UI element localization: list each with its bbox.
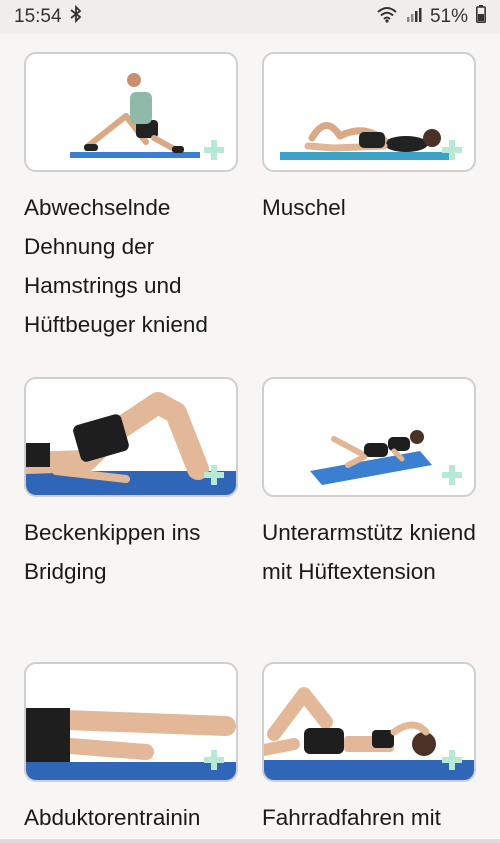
signal-icon <box>406 6 422 28</box>
exercise-title: Muschel <box>262 195 346 220</box>
exercise-title: Abduktorentrainin <box>24 805 201 830</box>
exercise-thumbnail[interactable] <box>262 377 476 497</box>
exercise-thumbnail[interactable] <box>24 52 238 172</box>
exercise-card[interactable]: Beckenkippen ins Bridging <box>24 377 238 591</box>
battery-label: 51% <box>429 6 468 27</box>
plus-icon <box>442 140 462 160</box>
exercise-card[interactable]: Unterarmstütz kniend mit Hüftextension <box>262 377 476 591</box>
exercise-card[interactable]: Abduktorentrainin <box>24 662 238 837</box>
exercise-grid: Abwechselnde Dehnung der Hamstrings und … <box>0 34 500 843</box>
plus-icon <box>442 465 462 485</box>
status-left: 15:54 <box>14 4 82 29</box>
exercise-title: Abwechselnde Dehnung der Hamstrings und … <box>24 195 208 337</box>
plus-icon <box>204 750 224 770</box>
battery-icon <box>476 5 486 29</box>
exercise-thumbnail[interactable] <box>24 377 238 497</box>
exercise-title: Unterarmstütz kniend mit Hüftextension <box>262 520 476 584</box>
exercise-title: Fahrradfahren mit <box>262 805 441 830</box>
exercise-card[interactable]: Muschel <box>262 52 476 227</box>
exercise-card[interactable]: Abwechselnde Dehnung der Hamstrings und … <box>24 52 238 344</box>
plus-icon <box>204 465 224 485</box>
bluetooth-icon <box>69 4 82 29</box>
exercise-thumbnail[interactable] <box>24 662 238 782</box>
plus-icon <box>442 750 462 770</box>
exercise-thumbnail[interactable] <box>262 662 476 782</box>
wifi-icon <box>376 5 398 29</box>
exercise-card[interactable]: Fahrradfahren mit <box>262 662 476 837</box>
status-right: 51% <box>376 5 486 29</box>
plus-icon <box>204 140 224 160</box>
exercise-title: Beckenkippen ins Bridging <box>24 520 201 584</box>
status-bar: 15:54 51% <box>0 0 500 34</box>
status-time: 15:54 <box>14 6 62 27</box>
divider <box>0 839 500 843</box>
exercise-thumbnail[interactable] <box>262 52 476 172</box>
